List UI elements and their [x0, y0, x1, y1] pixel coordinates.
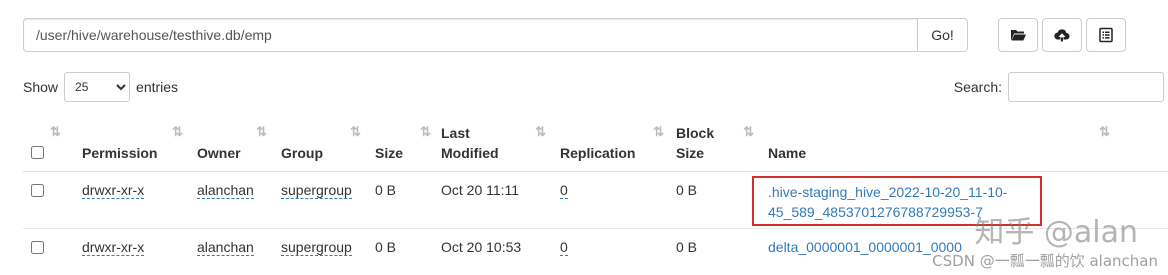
- folder-button[interactable]: [998, 18, 1038, 52]
- permission-cell[interactable]: drwxr-xr-x: [82, 238, 145, 256]
- search-input[interactable]: [1008, 72, 1164, 102]
- header-label: Group: [281, 144, 323, 161]
- path-input[interactable]: [23, 18, 918, 52]
- modified-cell: Oct 20 11:11: [441, 170, 560, 228]
- sort-icon: ⇅: [172, 124, 183, 139]
- header-permission[interactable]: Permission ⇅: [82, 116, 197, 172]
- permission-cell[interactable]: drwxr-xr-x: [82, 181, 145, 199]
- name-link[interactable]: .hive-staging_hive_2022-10-20_11-10- 45_5…: [768, 184, 1007, 220]
- group-cell[interactable]: supergroup: [281, 181, 352, 199]
- header-name[interactable]: Name ⇅: [768, 116, 1110, 172]
- entries-select[interactable]: 25: [64, 72, 131, 102]
- go-button[interactable]: Go!: [918, 18, 968, 52]
- show-label: Show: [23, 79, 59, 95]
- header-label: Owner: [197, 144, 241, 161]
- csdn-watermark: CSDN @一瓢一瓢的饮 alanchan: [932, 252, 1158, 270]
- sort-icon: ⇅: [653, 124, 664, 139]
- folder-open-icon: [1011, 30, 1026, 41]
- replication-cell[interactable]: 0: [560, 181, 568, 199]
- zhihu-watermark: 知乎 @alan: [974, 215, 1138, 250]
- header-label: Replication: [560, 144, 636, 161]
- header-owner[interactable]: Owner ⇅: [197, 116, 281, 172]
- sort-icon: ⇅: [1099, 124, 1110, 139]
- row-checkbox[interactable]: [31, 183, 44, 197]
- header-label: Size: [676, 144, 705, 161]
- table-header-row: ⇅ Permission ⇅ Owner ⇅ Group ⇅ Size ⇅ La…: [23, 116, 1168, 172]
- owner-cell[interactable]: alanchan: [197, 181, 254, 199]
- list-button[interactable]: [1086, 18, 1126, 52]
- select-all-header: ⇅: [23, 116, 82, 172]
- sort-icon: ⇅: [350, 124, 361, 139]
- header-block-size[interactable]: Block Size ⇅: [676, 116, 768, 172]
- cloud-upload-icon: [1054, 29, 1070, 42]
- entries-label: entries: [136, 79, 179, 95]
- block-size-cell: 0 B: [676, 227, 768, 273]
- header-group[interactable]: Group ⇅: [281, 116, 375, 172]
- sort-icon[interactable]: ⇅: [50, 122, 61, 142]
- list-alt-icon: [1099, 27, 1113, 43]
- sort-icon: ⇅: [256, 124, 267, 139]
- replication-cell[interactable]: 0: [560, 238, 568, 256]
- group-cell[interactable]: supergroup: [281, 238, 352, 256]
- search-label: Search:: [953, 79, 1002, 95]
- header-label: Modified: [441, 144, 499, 161]
- path-bar: Go!: [23, 18, 968, 52]
- size-cell: 0 B: [375, 170, 441, 228]
- name-line-1: .hive-staging_hive_2022-10-20_11-10-: [768, 183, 1008, 200]
- search-area: Search:: [954, 72, 1164, 102]
- owner-cell[interactable]: alanchan: [197, 238, 254, 256]
- header-label: Size: [375, 144, 404, 161]
- name-line-2: 45_589_4853701276788729953-7: [768, 203, 983, 220]
- sort-icon: ⇅: [535, 124, 546, 139]
- row-checkbox[interactable]: [31, 240, 44, 254]
- header-actions: [1108, 116, 1168, 172]
- sort-icon: ⇅: [420, 124, 431, 139]
- size-cell: 0 B: [375, 227, 441, 273]
- header-replication[interactable]: Replication ⇅: [560, 116, 676, 172]
- modified-cell: Oct 20 10:53: [441, 227, 560, 273]
- header-label: Last: [441, 124, 470, 141]
- show-entries: Show 25 entries: [23, 72, 178, 102]
- header-label: Block: [676, 124, 715, 141]
- upload-button[interactable]: [1042, 18, 1082, 52]
- sort-icon: ⇅: [743, 124, 754, 139]
- header-label: Name: [768, 144, 807, 161]
- select-all-checkbox[interactable]: [31, 145, 44, 159]
- header-size[interactable]: Size ⇅: [375, 116, 441, 172]
- header-label: Permission: [82, 144, 158, 161]
- header-last-modified[interactable]: Last Modified ⇅: [441, 116, 560, 172]
